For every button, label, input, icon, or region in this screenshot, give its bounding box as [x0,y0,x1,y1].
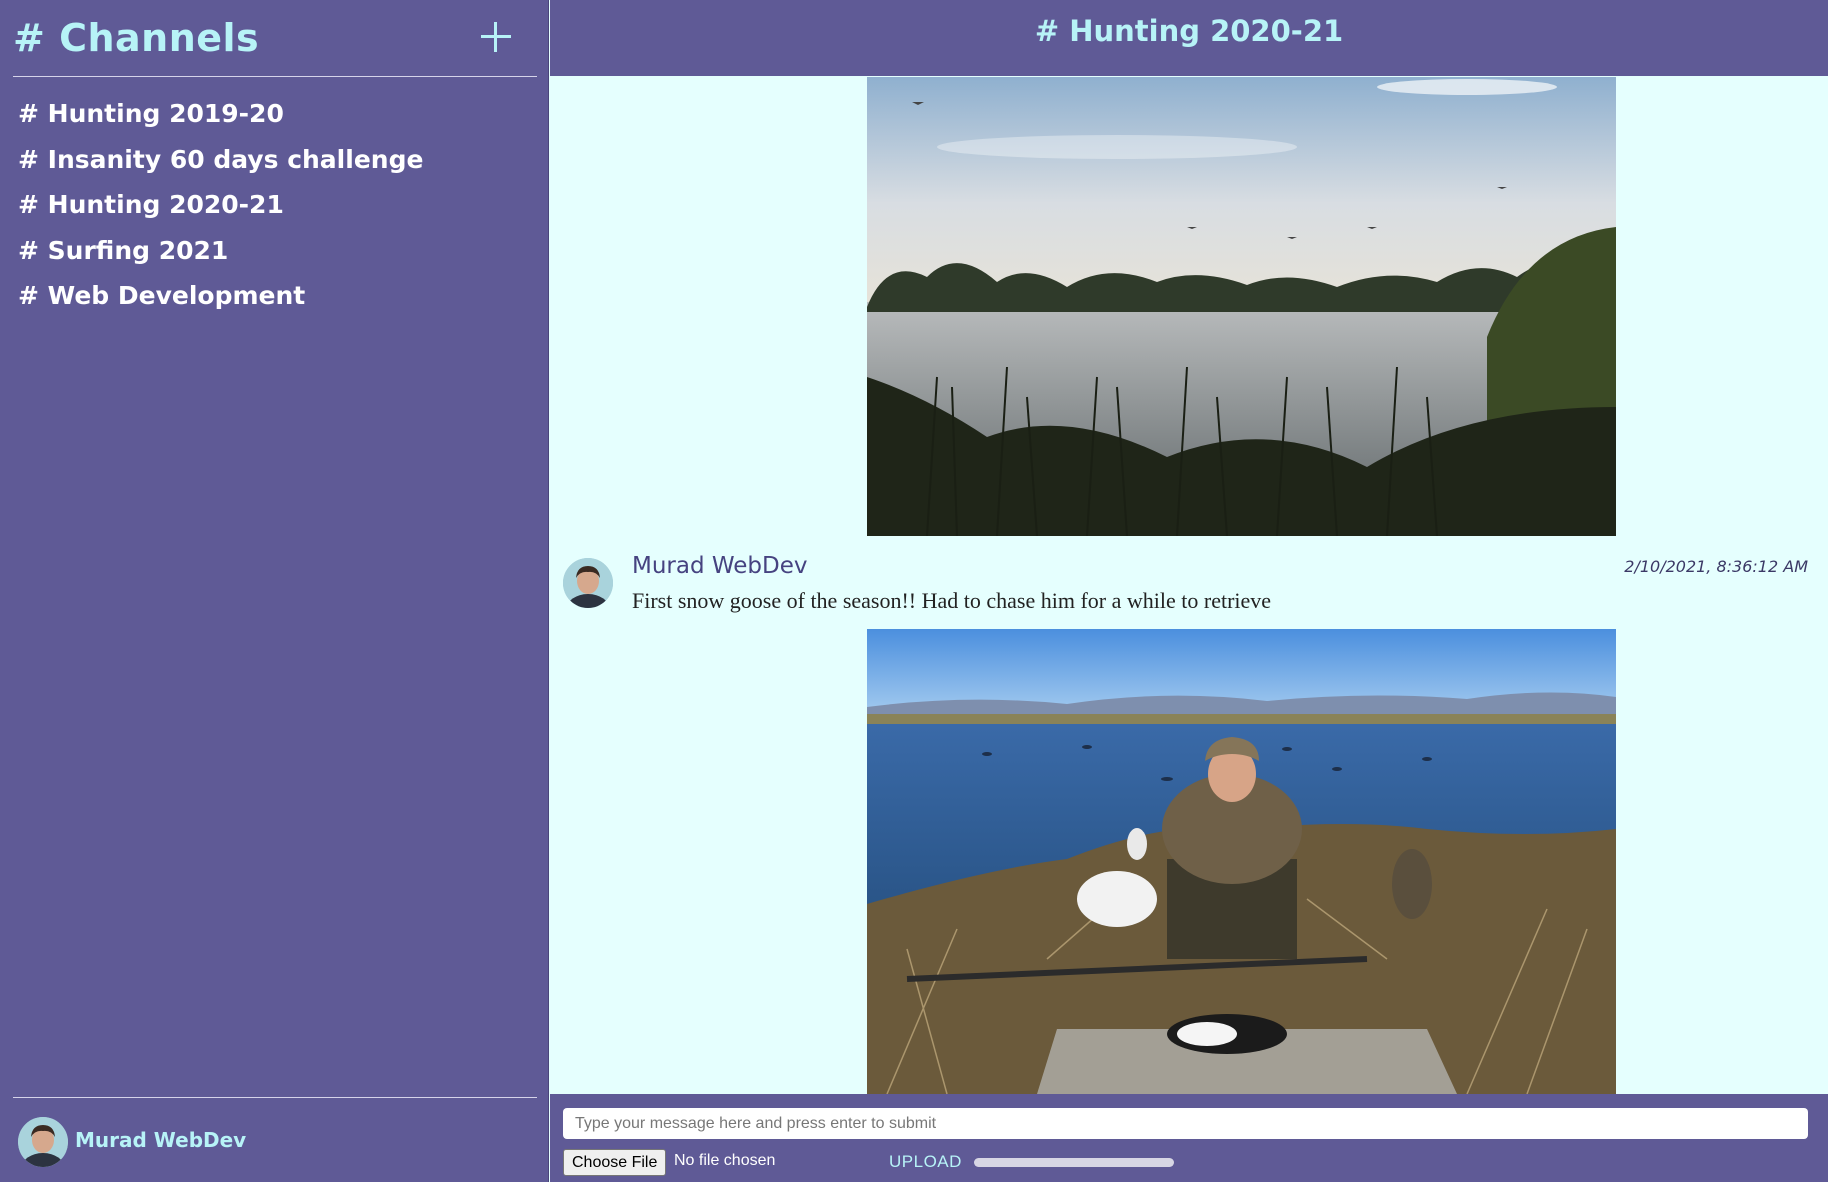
channel-header: # Hunting 2020-21 [550,0,1828,76]
message-composer: Choose File No file chosen UPLOAD [550,1094,1828,1182]
avatar [563,558,613,608]
message-image-marsh[interactable] [867,77,1616,536]
message-image-hunter[interactable] [867,629,1616,1094]
channels-sidebar: # Channels # Hunting 2019-20 # Insanity … [0,0,549,1182]
message-text: First snow goose of the season!! Had to … [632,588,1272,613]
avatar [18,1117,68,1167]
file-status-label: No file chosen [674,1152,776,1169]
channel-list: # Hunting 2019-20 # Insanity 60 days cha… [18,94,423,322]
chat-panel: # Hunting 2020-21 Murad WebDev 2/10/2021… [550,0,1828,1182]
message-input[interactable] [563,1108,1808,1139]
current-user-panel: Murad WebDev [13,1097,537,1182]
current-user-name: Murad WebDev [75,1128,247,1152]
choose-file-button[interactable]: Choose File [563,1149,667,1176]
sidebar-item-web-development[interactable]: # Web Development [18,276,423,322]
sidebar-header: # Channels [13,14,537,77]
message-author[interactable]: Murad WebDev [632,553,808,579]
upload-progress-bar [974,1158,1174,1167]
plus-icon[interactable] [479,20,513,54]
message-timestamp: 2/10/2021, 8:36:12 AM [1624,557,1808,576]
sidebar-item-surfing-2021[interactable]: # Surfing 2021 [18,231,423,277]
sidebar-item-hunting-2019-20[interactable]: # Hunting 2019-20 [18,94,423,140]
sidebar-title: # Channels [13,16,260,60]
sidebar-item-insanity-challenge[interactable]: # Insanity 60 days challenge [18,140,423,186]
upload-button[interactable]: UPLOAD [889,1152,962,1172]
sidebar-item-hunting-2020-21[interactable]: # Hunting 2020-21 [18,185,423,231]
page-title: # Hunting 2020-21 [1034,14,1344,48]
